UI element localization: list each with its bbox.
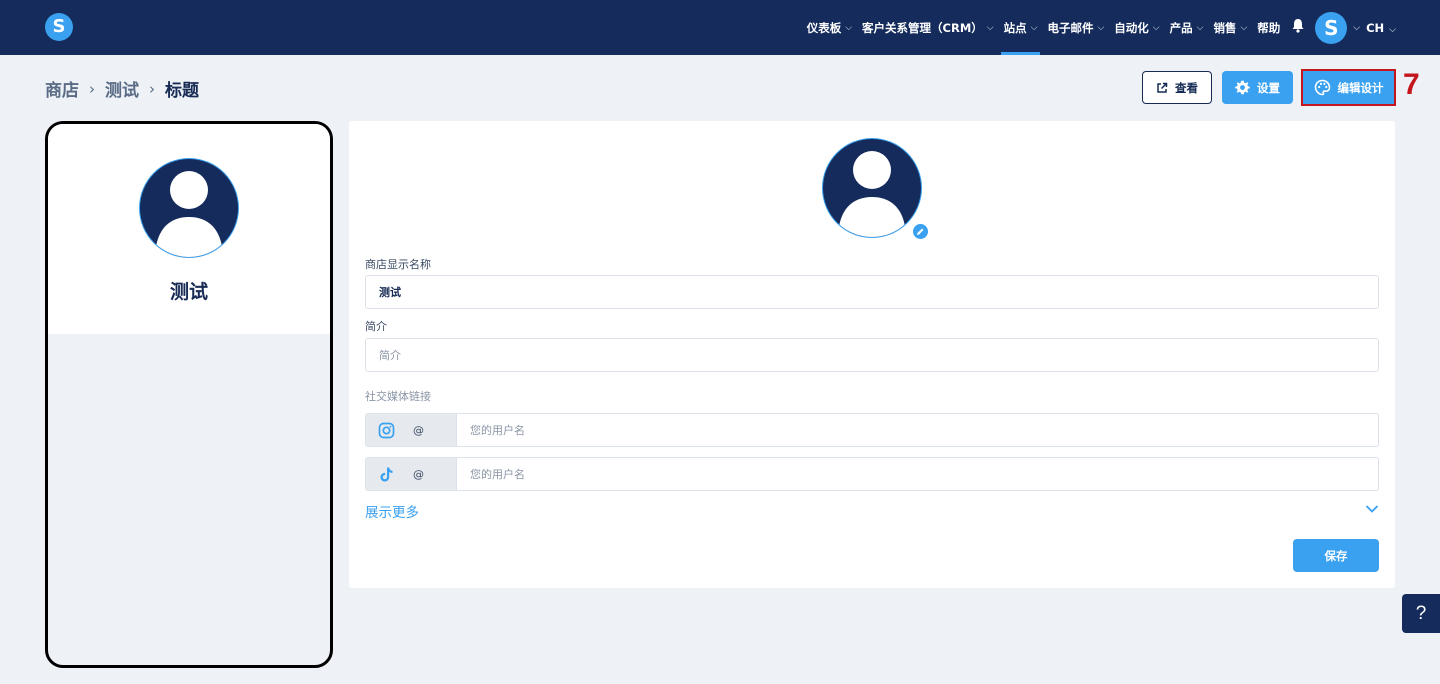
instagram-icon xyxy=(378,422,395,438)
social-prefix: @ xyxy=(366,458,457,490)
instagram-placeholder: 您的用户名 xyxy=(470,424,525,437)
nav-item-label: 仪表板 xyxy=(806,20,842,35)
avatar-placeholder-icon[interactable] xyxy=(821,137,923,239)
nav-item-sales[interactable]: 销售 ⌵ xyxy=(1210,0,1250,55)
nav-item-label: 电子邮件 xyxy=(1047,20,1094,35)
chevron-down-icon[interactable]: ⌵ xyxy=(1353,23,1360,33)
nav-item-products[interactable]: 产品 ⌵ xyxy=(1167,0,1207,55)
breadcrumb-item-test[interactable]: 测试 xyxy=(105,76,139,101)
view-button-label: 查看 xyxy=(1175,80,1198,95)
chevron-down-icon: ⌵ xyxy=(986,22,994,33)
phone-preview: 测试 xyxy=(45,121,333,668)
user-avatar[interactable]: S xyxy=(1315,11,1348,44)
gear-icon xyxy=(1235,80,1250,95)
view-button[interactable]: 查看 xyxy=(1142,71,1212,104)
save-button[interactable]: 保存 xyxy=(1293,539,1379,572)
pencil-icon xyxy=(917,228,924,235)
tiktok-field: @ 您的用户名 xyxy=(365,457,1379,491)
chevron-down-icon[interactable] xyxy=(1365,504,1379,514)
nav-item-label: 客户关系管理（CRM） xyxy=(862,20,983,35)
edit-design-button-label: 编辑设计 xyxy=(1337,80,1384,95)
breadcrumb-item-store[interactable]: 商店 xyxy=(45,76,79,101)
language-selector[interactable]: CH ⌵ xyxy=(1366,21,1396,35)
settings-button-label: 设置 xyxy=(1257,80,1280,95)
preview-header: 测试 xyxy=(48,124,330,334)
at-prefix: @ xyxy=(413,423,424,437)
instagram-field: @ 您的用户名 xyxy=(365,413,1379,447)
step-number-annotation: 7 xyxy=(1403,68,1420,101)
bio-label: 简介 xyxy=(365,320,387,333)
nav-item-crm[interactable]: 客户关系管理（CRM） ⌵ xyxy=(859,0,997,55)
chevron-down-icon: ⌵ xyxy=(1196,22,1204,33)
nav-item-email[interactable]: 电子邮件 ⌵ xyxy=(1044,0,1107,55)
top-navbar: S 仪表板 ⌵ 客户关系管理（CRM） ⌵ 站点 ⌵ 电子邮件 ⌵ 自动化 ⌵ 产品 ⌵ 销… xyxy=(0,0,1440,55)
bell-icon[interactable] xyxy=(1291,18,1305,37)
chevron-right-icon: › xyxy=(149,79,155,98)
external-link-icon xyxy=(1157,82,1168,93)
settings-button[interactable]: 设置 xyxy=(1222,71,1293,104)
tiktok-username-input[interactable]: 您的用户名 xyxy=(457,458,1378,490)
help-button[interactable]: ? xyxy=(1402,594,1440,633)
chevron-down-icon: ⌵ xyxy=(1030,22,1038,33)
preview-store-name: 测试 xyxy=(169,281,208,303)
chevron-down-icon: ⌵ xyxy=(1152,22,1160,33)
social-links-label: 社交媒体链接 xyxy=(365,390,431,403)
show-more-link[interactable]: 展示更多 xyxy=(365,501,419,521)
nav-item-label: 帮助 xyxy=(1257,20,1281,35)
nav-item-label: 自动化 xyxy=(1114,20,1149,35)
nav-item-label: 销售 xyxy=(1213,20,1237,35)
nav-item-label: 站点 xyxy=(1003,20,1027,35)
language-label: CH xyxy=(1366,20,1385,35)
nav-item-dashboard[interactable]: 仪表板 ⌵ xyxy=(804,0,855,55)
tiktok-placeholder: 您的用户名 xyxy=(470,468,525,481)
nav-item-help[interactable]: 帮助 xyxy=(1254,0,1283,55)
edit-design-button[interactable]: 编辑设计 xyxy=(1301,69,1396,106)
display-name-input[interactable]: 测试 xyxy=(365,275,1379,309)
main-nav: 仪表板 ⌵ 客户关系管理（CRM） ⌵ 站点 ⌵ 电子邮件 ⌵ 自动化 ⌵ 产品 ⌵ 销售 ⌵… xyxy=(804,0,1440,55)
chevron-down-icon: ⌵ xyxy=(1097,22,1105,33)
chevron-right-icon: › xyxy=(89,79,95,98)
at-prefix: @ xyxy=(413,467,424,481)
chevron-down-icon: ⌵ xyxy=(845,22,853,33)
palette-icon xyxy=(1314,79,1330,96)
display-name-value: 测试 xyxy=(379,286,401,299)
instagram-username-input[interactable]: 您的用户名 xyxy=(457,414,1378,446)
avatar-placeholder-icon xyxy=(139,158,239,258)
nav-item-automation[interactable]: 自动化 ⌵ xyxy=(1111,0,1162,55)
chevron-down-icon: ⌵ xyxy=(1389,24,1396,35)
bio-placeholder: 简介 xyxy=(379,349,401,362)
display-name-label: 商店显示名称 xyxy=(365,258,431,271)
nav-item-label: 产品 xyxy=(1169,20,1193,35)
chevron-down-icon: ⌵ xyxy=(1240,22,1248,33)
store-profile-card: 商店显示名称 测试 简介 简介 社交媒体链接 @ 您的用户名 @ 您的用户名 展… xyxy=(349,121,1395,588)
edit-avatar-button[interactable] xyxy=(912,223,929,240)
social-prefix: @ xyxy=(366,414,457,446)
logo[interactable]: S xyxy=(45,13,73,41)
breadcrumb-item-title: 标题 xyxy=(165,81,199,101)
bio-input[interactable]: 简介 xyxy=(365,338,1379,372)
breadcrumb: 商店 › 测试 › 标题 xyxy=(45,76,199,102)
nav-item-sites[interactable]: 站点 ⌵ xyxy=(1000,0,1041,55)
tiktok-icon xyxy=(380,467,393,481)
